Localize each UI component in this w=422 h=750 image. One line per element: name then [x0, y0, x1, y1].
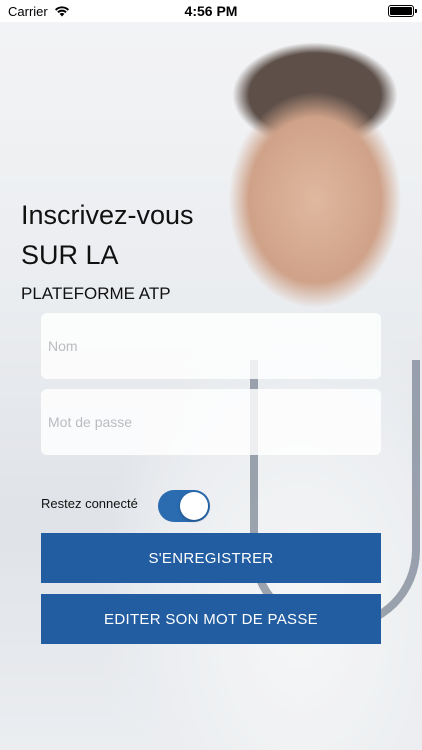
battery-fill — [390, 7, 412, 15]
page-title-line1: Inscrivez-vous — [21, 200, 194, 230]
page-subtitle: PLATEFORME ATP — [21, 284, 171, 303]
remember-me-toggle[interactable] — [158, 490, 210, 522]
edit-password-button[interactable]: EDITER SON MOT DE PASSE — [41, 594, 381, 644]
name-input[interactable] — [41, 313, 381, 379]
status-bar: Carrier 4:56 PM — [0, 0, 422, 22]
battery-icon — [388, 5, 417, 17]
register-button[interactable]: S'ENREGISTRER — [41, 533, 381, 583]
toggle-knob — [180, 492, 208, 520]
carrier-label: Carrier — [8, 3, 48, 19]
page-title-line2: SUR LA — [21, 240, 119, 270]
remember-me-label: Restez connecté — [41, 496, 138, 511]
wifi-icon — [54, 6, 69, 17]
status-left: Carrier — [8, 4, 70, 19]
password-input[interactable] — [41, 389, 381, 455]
